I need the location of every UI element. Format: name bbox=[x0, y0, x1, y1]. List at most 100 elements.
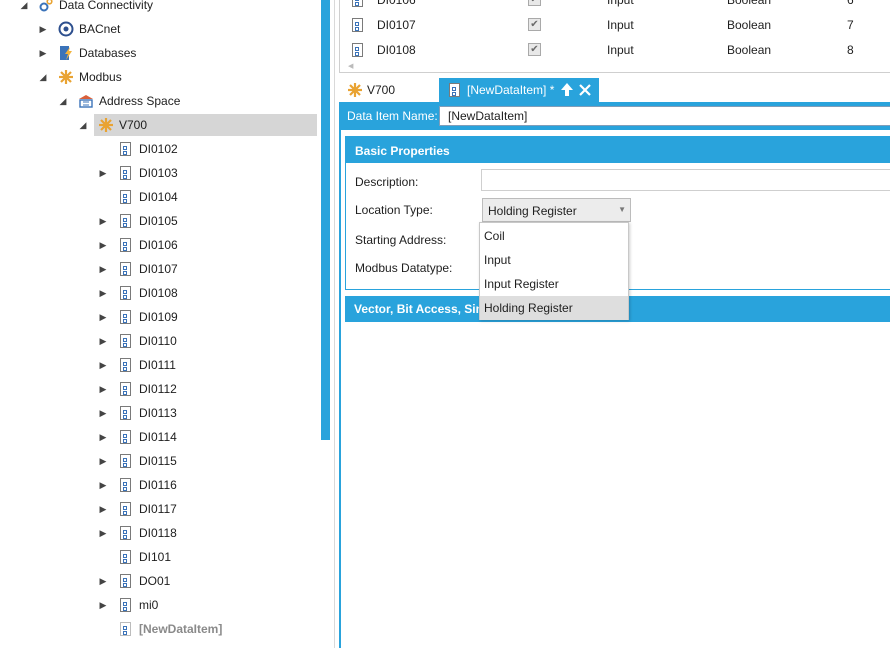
location-type-value: Holding Register bbox=[488, 204, 577, 218]
tree-item-new-data-item[interactable]: [NewDataItem] bbox=[0, 618, 321, 640]
collapse-arrow-icon[interactable]: ◢ bbox=[18, 0, 30, 16]
expand-arrow-icon[interactable]: ▶ bbox=[97, 210, 109, 232]
expand-arrow-icon[interactable]: ▶ bbox=[97, 426, 109, 448]
expand-arrow-icon[interactable]: ▶ bbox=[97, 402, 109, 424]
tree-item-data-connectivity[interactable]: ◢ Data Connectivity bbox=[0, 0, 321, 16]
editor-area: DI0106 ✔ Input Boolean 6 DI0107 ✔ Input … bbox=[339, 0, 890, 648]
tree-item-data-item[interactable]: ▶ DI0107 bbox=[0, 258, 321, 280]
table-row[interactable]: DI0107 ✔ Input Boolean 7 bbox=[340, 12, 890, 38]
tree-item-data-item[interactable]: ▶ DI0117 bbox=[0, 498, 321, 520]
data-item-icon bbox=[447, 82, 463, 98]
expand-arrow-icon[interactable]: ▶ bbox=[97, 282, 109, 304]
tree-item-bacnet[interactable]: ▶ BACnet bbox=[0, 18, 321, 40]
expand-arrow-icon[interactable]: ▶ bbox=[37, 42, 49, 64]
tree-item-data-item[interactable]: ▶ DI0113 bbox=[0, 402, 321, 424]
expand-arrow-icon[interactable]: ▶ bbox=[97, 330, 109, 352]
checkbox[interactable]: ✔ bbox=[528, 0, 541, 6]
expand-arrow-icon[interactable]: ▶ bbox=[97, 378, 109, 400]
panel-splitter[interactable] bbox=[334, 0, 335, 648]
tree-item-label: DI0109 bbox=[139, 310, 178, 324]
tree-item-data-item[interactable]: DI101 bbox=[0, 546, 321, 568]
tree-item-data-item[interactable]: ▶ mi0 bbox=[0, 594, 321, 616]
tree-item-label: DI0104 bbox=[139, 190, 178, 204]
data-item-name-input[interactable]: [NewDataItem] bbox=[439, 106, 890, 126]
modbus-device-icon bbox=[347, 82, 363, 98]
expand-arrow-icon[interactable]: ▶ bbox=[97, 162, 109, 184]
tree-item-data-item[interactable]: ▶ DO01 bbox=[0, 570, 321, 592]
expand-arrow-icon[interactable]: ▶ bbox=[97, 498, 109, 520]
data-item-icon bbox=[118, 189, 134, 205]
collapse-arrow-icon[interactable]: ◢ bbox=[37, 66, 49, 88]
tree-item-data-item[interactable]: ▶ DI0110 bbox=[0, 330, 321, 352]
data-item-name-label: Data Item Name: bbox=[347, 109, 438, 123]
tree-scrollbar[interactable] bbox=[321, 0, 330, 440]
expand-arrow-icon[interactable]: ▶ bbox=[97, 570, 109, 592]
tree-item-data-item[interactable]: ▶ DI0106 bbox=[0, 234, 321, 256]
tree-item-data-item[interactable]: ▶ DI0116 bbox=[0, 474, 321, 496]
location-type-select[interactable]: Holding Register ▼ bbox=[482, 198, 631, 222]
data-item-icon bbox=[118, 381, 134, 397]
starting-address-label: Starting Address: bbox=[355, 233, 447, 247]
tree-item-data-item[interactable]: ▶ DI0111 bbox=[0, 354, 321, 376]
expand-arrow-icon[interactable]: ▶ bbox=[97, 522, 109, 544]
checkbox[interactable]: ✔ bbox=[528, 43, 541, 56]
tree-item-label: BACnet bbox=[79, 22, 121, 36]
tree-item-label: Data Connectivity bbox=[59, 0, 154, 12]
dropdown-option-holding-register[interactable]: Holding Register bbox=[480, 296, 628, 320]
tree-item-label: DI0116 bbox=[139, 478, 177, 492]
tree-item-data-item[interactable]: ▶ DI0103 bbox=[0, 162, 321, 184]
tree-item-databases[interactable]: ▶ Databases bbox=[0, 42, 321, 64]
expand-arrow-icon[interactable]: ▶ bbox=[97, 450, 109, 472]
data-item-icon bbox=[118, 213, 134, 229]
tree-item-modbus[interactable]: ◢ Modbus bbox=[0, 66, 321, 88]
grid-cell-name: DI0108 bbox=[377, 43, 416, 57]
tree-item-data-item[interactable]: DI0102 bbox=[0, 138, 321, 160]
tree-item-data-item[interactable]: ▶ DI0114 bbox=[0, 426, 321, 448]
data-item-icon bbox=[118, 261, 134, 277]
data-item-icon bbox=[350, 0, 363, 7]
data-item-icon bbox=[118, 309, 134, 325]
expand-arrow-icon[interactable]: ▶ bbox=[97, 234, 109, 256]
tree-item-label: DI0117 bbox=[139, 502, 177, 516]
pin-icon[interactable] bbox=[560, 82, 574, 98]
expand-arrow-icon[interactable]: ▶ bbox=[37, 18, 49, 40]
dropdown-option-coil[interactable]: Coil bbox=[480, 224, 628, 248]
tree-item-data-item[interactable]: ▶ DI0108 bbox=[0, 282, 321, 304]
modbus-icon bbox=[58, 69, 74, 85]
expand-arrow-icon[interactable]: ▶ bbox=[97, 474, 109, 496]
tree-item-data-item[interactable]: ▶ DI0115 bbox=[0, 450, 321, 472]
data-item-icon bbox=[118, 501, 134, 517]
dropdown-option-input[interactable]: Input bbox=[480, 248, 628, 272]
expand-arrow-icon[interactable]: ▶ bbox=[97, 306, 109, 328]
tree-item-data-item[interactable]: ▶ DI0109 bbox=[0, 306, 321, 328]
collapse-arrow-icon[interactable]: ◢ bbox=[57, 90, 69, 112]
checkbox[interactable]: ✔ bbox=[528, 18, 541, 31]
tree-item-label: Modbus bbox=[79, 70, 122, 84]
scroll-left-icon[interactable]: ◀ bbox=[348, 62, 353, 70]
location-type-label: Location Type: bbox=[355, 203, 433, 217]
tree-item-address-space[interactable]: ◢ Address Space bbox=[0, 90, 321, 112]
tree-item-data-item[interactable]: ▶ DI0112 bbox=[0, 378, 321, 400]
basic-properties-header[interactable]: Basic Properties bbox=[346, 137, 890, 163]
close-icon[interactable] bbox=[578, 82, 592, 98]
tree-item-label: DI0111 bbox=[139, 358, 176, 372]
expand-arrow-icon[interactable]: ▶ bbox=[97, 258, 109, 280]
tab-new-data-item[interactable]: [NewDataItem] * bbox=[439, 78, 599, 102]
tree-item-label: [NewDataItem] bbox=[139, 622, 223, 636]
tree-item-data-item[interactable]: ▶ DI0105 bbox=[0, 210, 321, 232]
tab-v700[interactable]: V700 bbox=[347, 78, 437, 102]
data-item-icon bbox=[118, 165, 134, 181]
expand-arrow-icon[interactable]: ▶ bbox=[97, 354, 109, 376]
tree-item-v700[interactable]: ◢ V700 bbox=[80, 114, 317, 136]
tree-item-label: DI0110 bbox=[139, 334, 177, 348]
data-item-icon bbox=[350, 42, 363, 57]
expand-arrow-icon[interactable]: ▶ bbox=[97, 594, 109, 616]
collapse-arrow-icon[interactable]: ◢ bbox=[77, 114, 89, 136]
tree-item-data-item[interactable]: DI0104 bbox=[0, 186, 321, 208]
tree-item-data-item[interactable]: ▶ DI0118 bbox=[0, 522, 321, 544]
tree-item-label: Address Space bbox=[99, 94, 181, 108]
dropdown-option-input-register[interactable]: Input Register bbox=[480, 272, 628, 296]
data-item-icon bbox=[118, 429, 134, 445]
description-input[interactable] bbox=[481, 169, 890, 191]
table-row[interactable]: DI0108 ✔ Input Boolean 8 bbox=[340, 37, 890, 63]
